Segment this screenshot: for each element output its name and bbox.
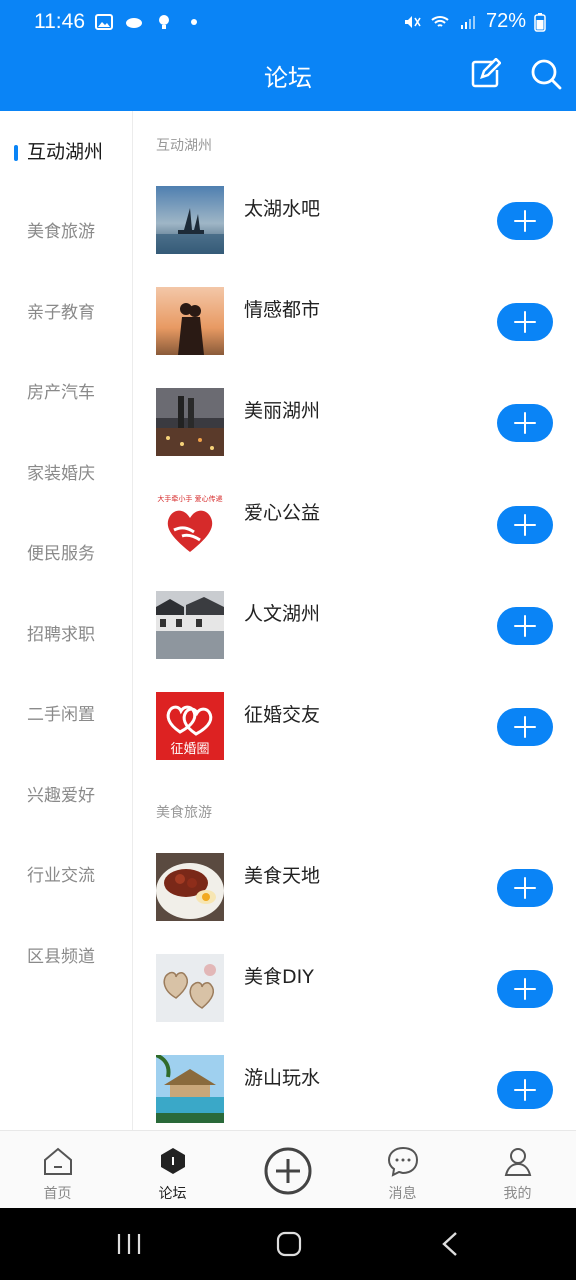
forum-name: 美食天地	[244, 865, 321, 887]
sidebar-item-行业交流[interactable]: 行业交流	[0, 856, 133, 896]
forum-thumbnail	[156, 287, 224, 355]
top-bar: 11:46 72% 论坛	[0, 0, 576, 111]
profile-icon	[504, 1148, 532, 1176]
tab-forum[interactable]: 论坛	[115, 1131, 230, 1209]
forum-thumbnail	[156, 954, 224, 1022]
follow-button[interactable]	[497, 506, 553, 544]
sidebar-item-区县频道[interactable]: 区县频道	[0, 937, 133, 977]
sidebar-item-兴趣爱好[interactable]: 兴趣爱好	[0, 776, 133, 816]
sidebar-item-房产汽车[interactable]: 房产汽车	[0, 373, 133, 413]
wifi-icon	[431, 15, 449, 27]
system-nav-bar	[0, 1208, 576, 1280]
forum-name: 征婚交友	[244, 704, 321, 726]
bulb-icon	[159, 15, 169, 29]
forum-name: 美丽湖州	[244, 400, 321, 422]
sidebar-item-美食旅游[interactable]: 美食旅游	[0, 212, 133, 252]
battery-icon	[534, 12, 546, 32]
section-title: 美食旅游	[156, 805, 212, 821]
home-icon	[44, 1147, 72, 1175]
tab-profile[interactable]: 我的	[460, 1131, 575, 1209]
tab-label: 我的	[503, 1186, 532, 1202]
follow-button[interactable]	[497, 404, 553, 442]
follow-button[interactable]	[497, 1071, 553, 1109]
tab-home[interactable]: 首页	[0, 1131, 115, 1209]
gallery-icon	[95, 14, 113, 30]
sidebar-item-便民服务[interactable]: 便民服务	[0, 534, 133, 574]
mute-icon	[404, 15, 421, 28]
back-icon[interactable]	[436, 1230, 466, 1258]
forum-row[interactable]: 情感都市	[134, 287, 576, 357]
signal-icon	[460, 15, 475, 29]
add-circle-icon	[264, 1147, 312, 1195]
status-system-icons: 72%	[402, 10, 546, 33]
follow-button[interactable]	[497, 607, 553, 645]
forum-thumbnail: 征婚圈	[156, 692, 224, 760]
tab-label: 消息	[388, 1186, 417, 1202]
forum-name: 美食DIY	[244, 966, 314, 988]
follow-button[interactable]	[497, 970, 553, 1008]
forum-thumbnail	[156, 186, 224, 254]
follow-button[interactable]	[497, 202, 553, 240]
forum-thumbnail	[156, 591, 224, 659]
category-sidebar: 互动湖州 美食旅游 亲子教育 房产汽车 家装婚庆 便民服务 招聘求职 二手闲置 …	[0, 111, 133, 1130]
home-nav-icon[interactable]	[274, 1230, 304, 1258]
follow-button[interactable]	[497, 303, 553, 341]
forum-row[interactable]: 人文湖州	[134, 591, 576, 661]
search-icon[interactable]	[530, 58, 562, 90]
forum-name: 人文湖州	[244, 603, 321, 625]
tab-label: 首页	[43, 1186, 72, 1202]
forum-row[interactable]: 游山玩水	[134, 1055, 576, 1125]
follow-button[interactable]	[497, 708, 553, 746]
status-bar: 11:46 72%	[0, 0, 576, 48]
forum-row[interactable]: 太湖水吧	[134, 186, 576, 256]
section-title: 互动湖州	[156, 138, 212, 154]
battery-percent: 72%	[485, 10, 526, 32]
status-time: 11:46	[34, 10, 85, 33]
forum-row[interactable]: 美食天地	[134, 853, 576, 923]
sidebar-item-家装婚庆[interactable]: 家装婚庆	[0, 454, 133, 494]
forum-thumbnail: 大手牵小手 爱心传递	[156, 490, 224, 558]
sidebar-item-互动湖州[interactable]: 互动湖州	[0, 132, 133, 172]
tab-message[interactable]: 消息	[345, 1131, 460, 1209]
sidebar-item-二手闲置[interactable]: 二手闲置	[0, 695, 133, 735]
forum-name: 太湖水吧	[244, 198, 321, 220]
thumb-caption: 征婚圈	[170, 742, 209, 757]
forum-list: 互动湖州 太湖水吧 情感都市 美丽湖州 大手牵小手 爱心传递 爱心公益 人文湖州…	[134, 111, 576, 1130]
forum-name: 情感都市	[244, 299, 321, 321]
forum-name: 游山玩水	[244, 1067, 321, 1089]
forum-thumbnail	[156, 388, 224, 456]
forum-icon	[161, 1148, 185, 1174]
dot-icon	[191, 19, 197, 25]
forum-row[interactable]: 大手牵小手 爱心传递 爱心公益	[134, 490, 576, 560]
sidebar-item-亲子教育[interactable]: 亲子教育	[0, 293, 133, 333]
forum-row[interactable]: 征婚圈 征婚交友	[134, 692, 576, 762]
follow-button[interactable]	[497, 869, 553, 907]
tab-label: 论坛	[158, 1186, 187, 1202]
forum-row[interactable]: 美丽湖州	[134, 388, 576, 458]
cloud-icon	[126, 18, 142, 28]
sidebar-item-招聘求职[interactable]: 招聘求职	[0, 615, 133, 655]
message-icon	[387, 1146, 419, 1177]
status-notification-icons	[94, 12, 204, 32]
recent-apps-icon[interactable]	[114, 1230, 144, 1258]
bottom-tab-bar: 首页 论坛 消息 我的	[0, 1130, 576, 1208]
forum-row[interactable]: 美食DIY	[134, 954, 576, 1024]
thumb-caption: 大手牵小手 爱心传递	[157, 494, 222, 503]
forum-thumbnail	[156, 1055, 224, 1123]
forum-thumbnail	[156, 853, 224, 921]
edit-icon[interactable]	[469, 58, 501, 90]
forum-name: 爱心公益	[244, 502, 321, 524]
tab-post[interactable]	[230, 1131, 345, 1209]
